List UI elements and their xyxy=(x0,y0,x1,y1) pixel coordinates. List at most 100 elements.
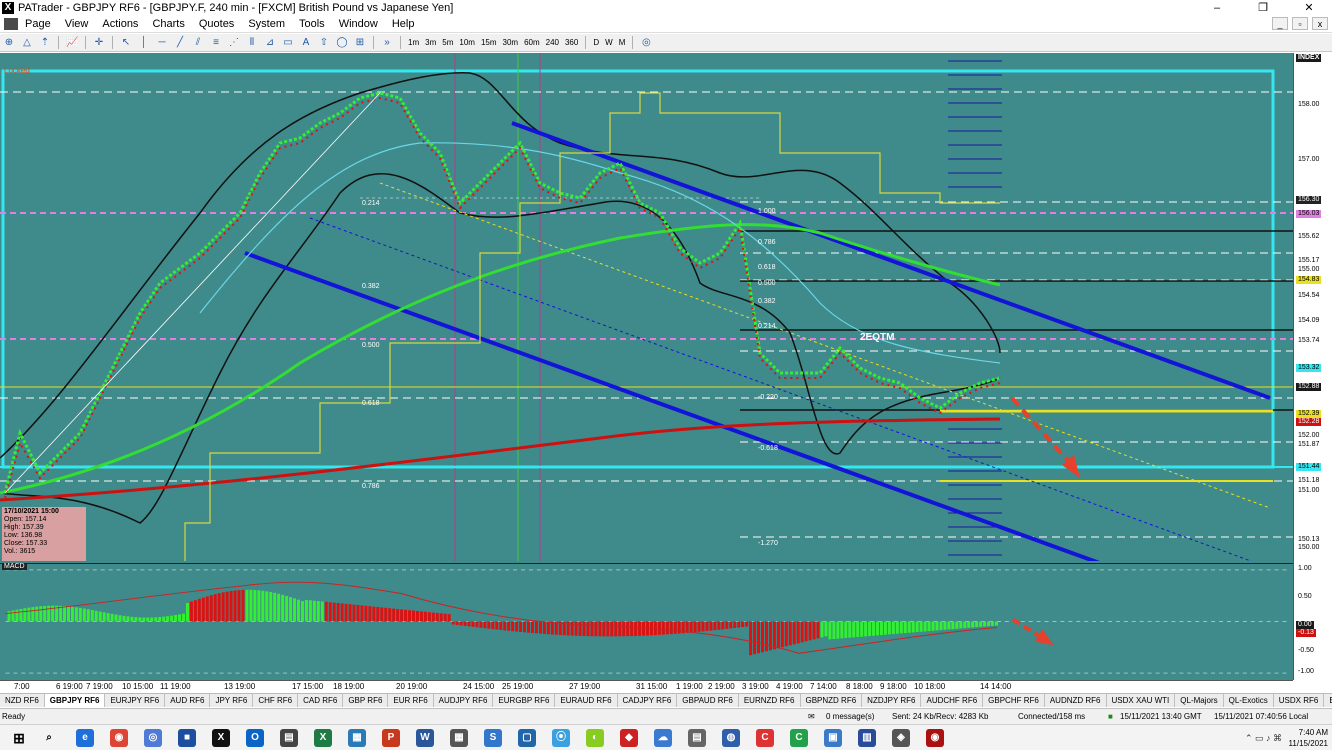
windows-start-icon[interactable]: ⊞ xyxy=(10,729,28,747)
outlook-icon[interactable]: O xyxy=(246,729,264,747)
app-icon-dark[interactable]: ■ xyxy=(178,729,196,747)
app-icon-globe[interactable]: ◍ xyxy=(722,729,740,747)
app-icon-sky[interactable]: ⦿ xyxy=(552,729,570,747)
taskbar-clock[interactable]: 7:40 AM 11/15/2021 xyxy=(1289,727,1328,749)
chart-tab[interactable]: GBPAUD RF6 xyxy=(677,694,739,707)
fib-time-icon[interactable]: ⦀ xyxy=(246,37,258,49)
arrow-tool-icon[interactable]: ⇡ xyxy=(39,37,51,49)
menu-quotes[interactable]: Quotes xyxy=(192,18,241,30)
menu-tools[interactable]: Tools xyxy=(292,18,332,30)
app-icon-blue2[interactable]: ▣ xyxy=(824,729,842,747)
chart-tab[interactable]: CHF RF6 xyxy=(253,694,299,707)
timeframe-30m[interactable]: 30m xyxy=(500,38,522,47)
timeframe-10m[interactable]: 10m xyxy=(456,38,478,47)
app-icon-green-c[interactable]: C xyxy=(790,729,808,747)
timeframe-1m[interactable]: 1m xyxy=(405,38,422,47)
chart-tab[interactable]: EURNZD RF6 xyxy=(739,694,801,707)
fibonacci-icon[interactable]: ≡ xyxy=(210,37,222,49)
timeframe-60m[interactable]: 60m xyxy=(521,38,543,47)
status-messages[interactable]: 0 message(s) xyxy=(826,712,874,721)
chart-icon[interactable]: 📈 xyxy=(66,37,78,49)
minimize-button[interactable]: – xyxy=(1194,0,1240,16)
chart-tab[interactable]: EURAUD RF6 xyxy=(555,694,618,707)
app-icon-dark-red[interactable]: ◉ xyxy=(926,729,944,747)
menu-charts[interactable]: Charts xyxy=(145,18,191,30)
timeframe-5m[interactable]: 5m xyxy=(439,38,456,47)
timeframe-240[interactable]: 240 xyxy=(543,38,562,47)
chart-tab[interactable]: Bitcoin xyxy=(1324,694,1332,707)
triangle-tool-icon[interactable]: △ xyxy=(21,37,33,49)
mdi-restore-button[interactable]: ▫ xyxy=(1292,17,1308,30)
chart-tab[interactable]: QL-Majors xyxy=(1175,694,1224,707)
calculator-icon[interactable]: ▦ xyxy=(450,729,468,747)
menu-system[interactable]: System xyxy=(241,18,292,30)
app-icon-navy[interactable]: ▢ xyxy=(518,729,536,747)
refresh-icon[interactable]: ◎ xyxy=(640,37,652,49)
chart-tab[interactable]: USDX XAU WTI xyxy=(1107,694,1176,707)
browser-icon[interactable]: ◎ xyxy=(144,729,162,747)
edge-icon[interactable]: e xyxy=(76,729,94,747)
maximize-button[interactable]: ❐ xyxy=(1240,0,1286,16)
chart-tab[interactable]: GBP RF6 xyxy=(343,694,389,707)
chart-tab[interactable]: AUDJPY RF6 xyxy=(434,694,494,707)
app-icon-red[interactable]: ◆ xyxy=(620,729,638,747)
app-icon-c[interactable]: C xyxy=(756,729,774,747)
price-axis[interactable]: INDEX 158.00 157.00 156.30 156.03 155.62… xyxy=(1293,53,1332,680)
chart-tab[interactable]: CAD RF6 xyxy=(298,694,344,707)
chart-tab[interactable]: EURGBP RF6 xyxy=(493,694,556,707)
chart-area[interactable]: 0.214 0.382 0.500 0.618 0.786 1.000 0.78… xyxy=(0,53,1332,680)
word-icon[interactable]: W xyxy=(416,729,434,747)
mdi-minimize-button[interactable]: _ xyxy=(1272,17,1288,30)
fib-fan-icon[interactable]: ⋰ xyxy=(228,37,240,49)
crosshair-icon[interactable]: ✛ xyxy=(93,37,105,49)
messages-icon[interactable]: ✉ xyxy=(808,712,815,721)
close-button[interactable]: ✕ xyxy=(1286,0,1332,16)
chart-tab[interactable]: EURJPY RF6 xyxy=(105,694,166,707)
chart-tab[interactable]: NZD RF6 xyxy=(0,694,45,707)
chart-tab[interactable]: USDX RF6 xyxy=(1274,694,1325,707)
macd-plot[interactable] xyxy=(0,563,1293,680)
app-icon-grey[interactable]: ▤ xyxy=(280,729,298,747)
chrome-icon[interactable]: ◉ xyxy=(110,729,128,747)
menu-help[interactable]: Help xyxy=(385,18,422,30)
powerpoint-icon[interactable]: P xyxy=(382,729,400,747)
app-icon-lime[interactable]: ◐ xyxy=(586,729,604,747)
chart-tab[interactable]: GBPNZD RF6 xyxy=(801,694,863,707)
more-tools-icon[interactable]: » xyxy=(381,37,393,49)
app-icon-azure[interactable]: S xyxy=(484,729,502,747)
timeframe-3m[interactable]: 3m xyxy=(422,38,439,47)
ellipse-icon[interactable]: ◯ xyxy=(336,37,348,49)
app-icon-blue3[interactable]: ▥ xyxy=(858,729,876,747)
timeframe-w[interactable]: W xyxy=(602,38,616,47)
search-icon[interactable]: ⌕ xyxy=(40,729,58,747)
chart-tab[interactable]: EUR RF6 xyxy=(388,694,434,707)
menu-actions[interactable]: Actions xyxy=(95,18,145,30)
chart-tab[interactable]: GBPCHF RF6 xyxy=(983,694,1045,707)
mdi-close-button[interactable]: x xyxy=(1312,17,1328,30)
chart-tab[interactable]: GBPJPY RF6 xyxy=(44,694,106,707)
pointer-icon[interactable]: ↖ xyxy=(120,37,132,49)
menu-page[interactable]: Page xyxy=(18,18,58,30)
app-icon-blue[interactable]: ▦ xyxy=(348,729,366,747)
chart-tab[interactable]: AUDNZD RF6 xyxy=(1045,694,1107,707)
trendline-icon[interactable]: ╱ xyxy=(174,37,186,49)
app-icon-cloud[interactable]: ☁ xyxy=(654,729,672,747)
menu-view[interactable]: View xyxy=(58,18,96,30)
chart-tab[interactable]: QL-Exotics xyxy=(1224,694,1274,707)
app-icon-gray2[interactable]: ▤ xyxy=(688,729,706,747)
timeframe-d[interactable]: D xyxy=(590,38,602,47)
rectangle-icon[interactable]: ▭ xyxy=(282,37,294,49)
timeframe-m[interactable]: M xyxy=(616,38,629,47)
main-price-plot[interactable]: 0.214 0.382 0.500 0.618 0.786 1.000 0.78… xyxy=(0,53,1293,561)
excel-icon[interactable]: X xyxy=(314,729,332,747)
channel-icon[interactable]: ⫽ xyxy=(192,37,204,49)
zoom-icon[interactable]: ⊞ xyxy=(354,37,366,49)
menu-app-icon[interactable] xyxy=(4,18,18,30)
app-icon-gray3[interactable]: ◈ xyxy=(892,729,910,747)
text-tool-icon[interactable]: A xyxy=(300,37,312,49)
chart-tab[interactable]: NZDJPY RF6 xyxy=(862,694,922,707)
timeframe-360[interactable]: 360 xyxy=(562,38,581,47)
gann-icon[interactable]: ⊿ xyxy=(264,37,276,49)
vertical-line-icon[interactable]: │ xyxy=(138,37,150,49)
chart-tab[interactable]: CADJPY RF6 xyxy=(618,694,678,707)
